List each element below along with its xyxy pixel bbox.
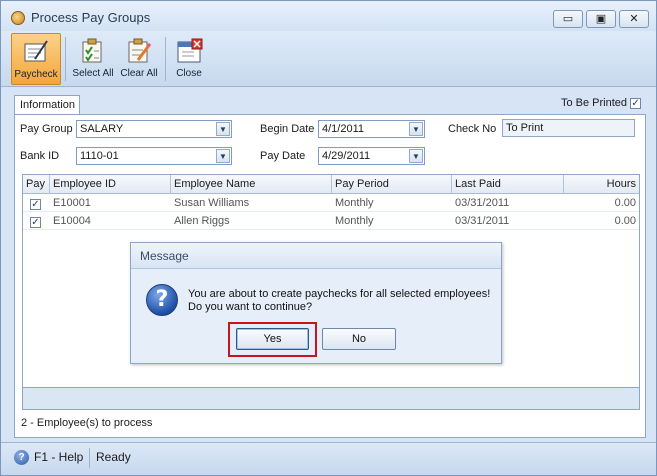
no-button[interactable]: No bbox=[322, 328, 396, 350]
close-button[interactable]: Close bbox=[170, 33, 208, 85]
pay-group-combo[interactable]: SALARY ▼ bbox=[76, 120, 232, 138]
minimize-button[interactable]: ▭ bbox=[553, 10, 583, 28]
paycheck-label: Paycheck bbox=[14, 69, 58, 80]
column-header-last-paid[interactable]: Last Paid bbox=[452, 175, 564, 194]
check-no-label: Check No bbox=[448, 123, 497, 135]
hours-cell: 0.00 bbox=[614, 215, 636, 227]
restore-button[interactable]: ▣ bbox=[586, 10, 616, 28]
begin-date-label: Begin Date bbox=[260, 123, 315, 135]
status-divider bbox=[89, 448, 90, 468]
bank-id-label: Bank ID bbox=[20, 150, 60, 162]
clear-all-label: Clear All bbox=[120, 68, 158, 79]
pay-date-value: 4/29/2011 bbox=[322, 150, 371, 162]
yes-button[interactable]: Yes bbox=[236, 328, 309, 350]
help-shortcut[interactable]: F1 - Help bbox=[34, 450, 83, 464]
bank-id-value: 1110-01 bbox=[80, 150, 119, 162]
table-row[interactable]: ✓ E10004 Allen Riggs Monthly 03/31/2011 … bbox=[23, 212, 639, 230]
check-no-field[interactable]: To Print bbox=[502, 119, 635, 137]
begin-date-value: 4/1/2011 bbox=[322, 123, 365, 135]
window-title: Process Pay Groups bbox=[31, 10, 151, 25]
employee-id-cell: E10004 bbox=[53, 215, 91, 227]
pay-cell[interactable]: ✓ bbox=[30, 212, 41, 230]
column-header-pay-period[interactable]: Pay Period bbox=[332, 175, 452, 194]
help-icon[interactable]: ? bbox=[14, 450, 29, 465]
toolbar: Paycheck Select All Clear All Close bbox=[1, 31, 656, 87]
clear-all-button[interactable]: Clear All bbox=[118, 33, 160, 85]
clear-all-icon bbox=[128, 38, 152, 63]
employee-name-cell: Susan Williams bbox=[174, 197, 250, 209]
employees-to-process-count: 2 - Employee(s) to process bbox=[21, 417, 153, 429]
column-header-pay[interactable]: Pay bbox=[23, 175, 50, 194]
to-be-printed-label: To Be Printed bbox=[561, 97, 628, 109]
pay-period-cell: Monthly bbox=[335, 197, 374, 209]
column-header-employee-id[interactable]: Employee ID bbox=[50, 175, 171, 194]
dialog-message-line-2: Do you want to continue? bbox=[188, 301, 313, 313]
select-all-button[interactable]: Select All bbox=[70, 33, 116, 85]
grid-header: Pay Employee ID Employee Name Pay Period… bbox=[23, 175, 639, 194]
bank-id-combo[interactable]: 1110-01 ▼ bbox=[76, 147, 232, 165]
paycheck-button[interactable]: Paycheck bbox=[11, 33, 61, 85]
select-all-label: Select All bbox=[72, 68, 114, 79]
select-all-icon bbox=[82, 38, 102, 63]
pay-checkbox[interactable]: ✓ bbox=[30, 198, 41, 210]
status-text: Ready bbox=[96, 450, 131, 464]
employee-id-cell: E10001 bbox=[53, 197, 91, 209]
hours-cell: 0.00 bbox=[614, 197, 636, 209]
toolbar-divider bbox=[65, 37, 66, 81]
table-row[interactable]: ✓ E10001 Susan Williams Monthly 03/31/20… bbox=[23, 194, 639, 212]
grid-footer bbox=[22, 387, 640, 410]
chevron-down-icon[interactable]: ▼ bbox=[409, 122, 423, 136]
dialog-title: Message bbox=[131, 243, 501, 269]
toolbar-divider bbox=[165, 37, 166, 81]
last-paid-cell: 03/31/2011 bbox=[455, 215, 510, 227]
pay-group-value: SALARY bbox=[80, 123, 124, 135]
dialog-message-line-1: You are about to create paychecks for al… bbox=[188, 288, 491, 300]
begin-date-picker[interactable]: 4/1/2011 ▼ bbox=[318, 120, 425, 138]
paycheck-icon bbox=[24, 40, 48, 62]
question-icon: ? bbox=[146, 284, 178, 316]
process-pay-groups-window: Process Pay Groups ▭ ▣ ✕ Paycheck Select… bbox=[0, 0, 657, 476]
app-icon bbox=[11, 11, 25, 25]
chevron-down-icon[interactable]: ▼ bbox=[216, 122, 230, 136]
close-window-button[interactable]: ✕ bbox=[619, 10, 649, 28]
chevron-down-icon[interactable]: ▼ bbox=[216, 149, 230, 163]
pay-cell[interactable]: ✓ bbox=[30, 194, 41, 212]
to-be-printed-checkbox[interactable]: ✓ bbox=[630, 97, 642, 109]
chevron-down-icon[interactable]: ▼ bbox=[409, 149, 423, 163]
close-label: Close bbox=[176, 68, 202, 79]
tab-information[interactable]: Information bbox=[14, 95, 80, 115]
pay-date-picker[interactable]: 4/29/2011 ▼ bbox=[318, 147, 425, 165]
last-paid-cell: 03/31/2011 bbox=[455, 197, 510, 209]
close-icon bbox=[177, 38, 203, 63]
title-bar: Process Pay Groups ▭ ▣ ✕ bbox=[1, 1, 656, 31]
pay-period-cell: Monthly bbox=[335, 215, 374, 227]
pay-checkbox[interactable]: ✓ bbox=[30, 216, 41, 228]
to-be-printed-option: To Be Printed ✓ bbox=[561, 97, 642, 109]
employee-name-cell: Allen Riggs bbox=[174, 215, 230, 227]
column-header-employee-name[interactable]: Employee Name bbox=[171, 175, 332, 194]
pay-group-label: Pay Group bbox=[20, 123, 73, 135]
column-header-hours[interactable]: Hours bbox=[564, 175, 639, 194]
status-bar: ? F1 - Help Ready bbox=[1, 442, 656, 475]
message-dialog: Message ? You are about to create payche… bbox=[130, 242, 502, 364]
pay-date-label: Pay Date bbox=[260, 150, 306, 162]
